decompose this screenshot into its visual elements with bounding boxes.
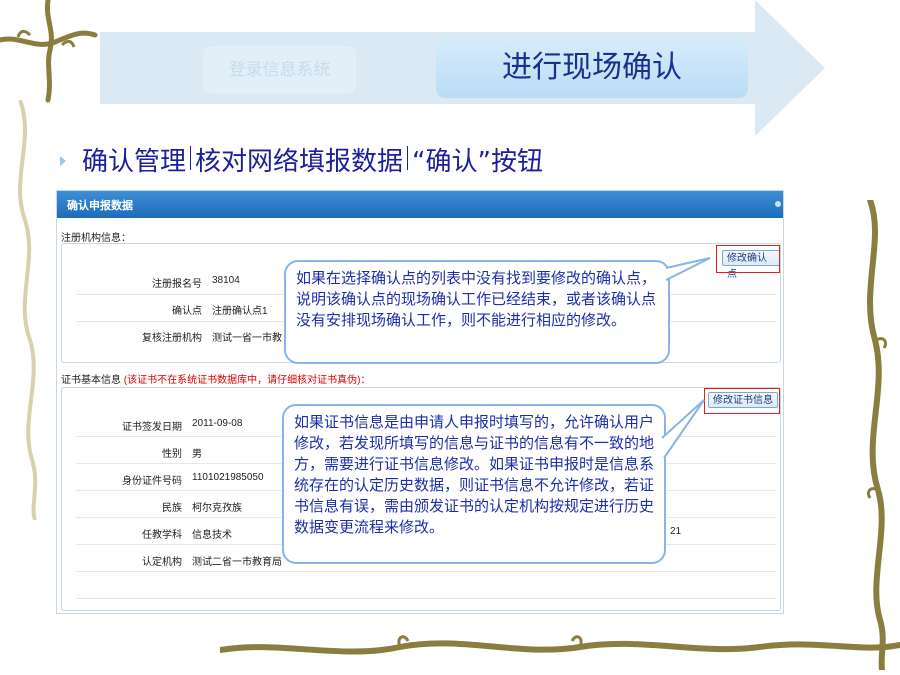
- step-arrow-head: [755, 0, 825, 136]
- panel-title-bar: 确认申报数据: [57, 191, 783, 218]
- heading-part-verify-data: 核对网络填报数据: [195, 147, 404, 177]
- field-label-registration-no: 注册报名号: [152, 279, 202, 290]
- row-divider: [76, 598, 776, 599]
- field-label-review-agency: 复核注册机构: [142, 333, 202, 344]
- field-label-id-number: 身份证件号码: [122, 476, 182, 487]
- field-label-ethnicity: 民族: [162, 503, 182, 514]
- certificate-warning: (该证书不在系统证书数据库中，请仔细核对证书真伪)：: [123, 375, 371, 386]
- field-value-certifying-agency: 测试二省一市教育局: [192, 557, 282, 568]
- field-value-issue-date: 2011-09-08: [192, 418, 243, 429]
- field-label-issue-date: 证书签发日期: [122, 422, 182, 433]
- panel-title: 确认申报数据: [67, 200, 133, 212]
- section-certificate-title: 证书基本信息 (该证书不在系统证书数据库中，请仔细核对证书真伪)：: [61, 371, 370, 386]
- page-heading: 确认管理 核对网络填报数据 “确认”按钮: [82, 142, 543, 182]
- field-value-ethnicity: 柯尔克孜族: [192, 503, 242, 514]
- field-value-subject: 信息技术: [192, 530, 232, 541]
- heading-separator: [407, 146, 409, 170]
- highlight-box-confirm-point: [716, 245, 780, 273]
- field-value-partial-digits: 21: [670, 526, 682, 537]
- highlight-box-certificate: [704, 388, 780, 414]
- field-label-confirm-point: 确认点: [172, 306, 202, 317]
- field-label-certifying-agency: 认定机构: [142, 557, 182, 568]
- callout-confirm-point: 如果在选择确认点的列表中没有找到要修改的确认点，说明该确认点的现场确认工作已经结…: [284, 260, 670, 364]
- section-registration-title: 注册机构信息：: [61, 233, 131, 244]
- field-value-review-agency: 测试一省一市教: [212, 333, 282, 344]
- callout-certificate: 如果证书信息是由申请人申报时填写的，允许确认用户修改，若发现所填写的信息与证书的…: [282, 404, 666, 564]
- row-divider: [76, 571, 776, 572]
- panel-dot-icon: [775, 201, 781, 207]
- field-value-gender: 男: [192, 449, 202, 460]
- vine-decoration-right: [866, 200, 888, 670]
- field-value-confirm-point: 注册确认点1: [212, 306, 268, 317]
- heading-part-confirm-button: “确认”按钮: [412, 147, 543, 177]
- section-certificate-label: 证书基本信息: [61, 375, 121, 386]
- vine-decoration-top-left: [0, 0, 98, 103]
- field-label-gender: 性别: [162, 449, 182, 460]
- heading-part-confirm-management: 确认管理: [82, 147, 187, 177]
- field-value-id-number: 1101021985050: [192, 472, 264, 483]
- vine-decoration-bottom: [220, 635, 900, 655]
- field-value-registration-no: 38104: [212, 275, 240, 286]
- field-label-subject: 任教学科: [142, 530, 182, 541]
- step-onsite-confirm: 进行现场确认: [436, 38, 748, 98]
- step-login-system: 登录信息系统: [203, 46, 356, 94]
- bullet-arrow-icon: [60, 156, 66, 166]
- heading-separator: [190, 146, 192, 170]
